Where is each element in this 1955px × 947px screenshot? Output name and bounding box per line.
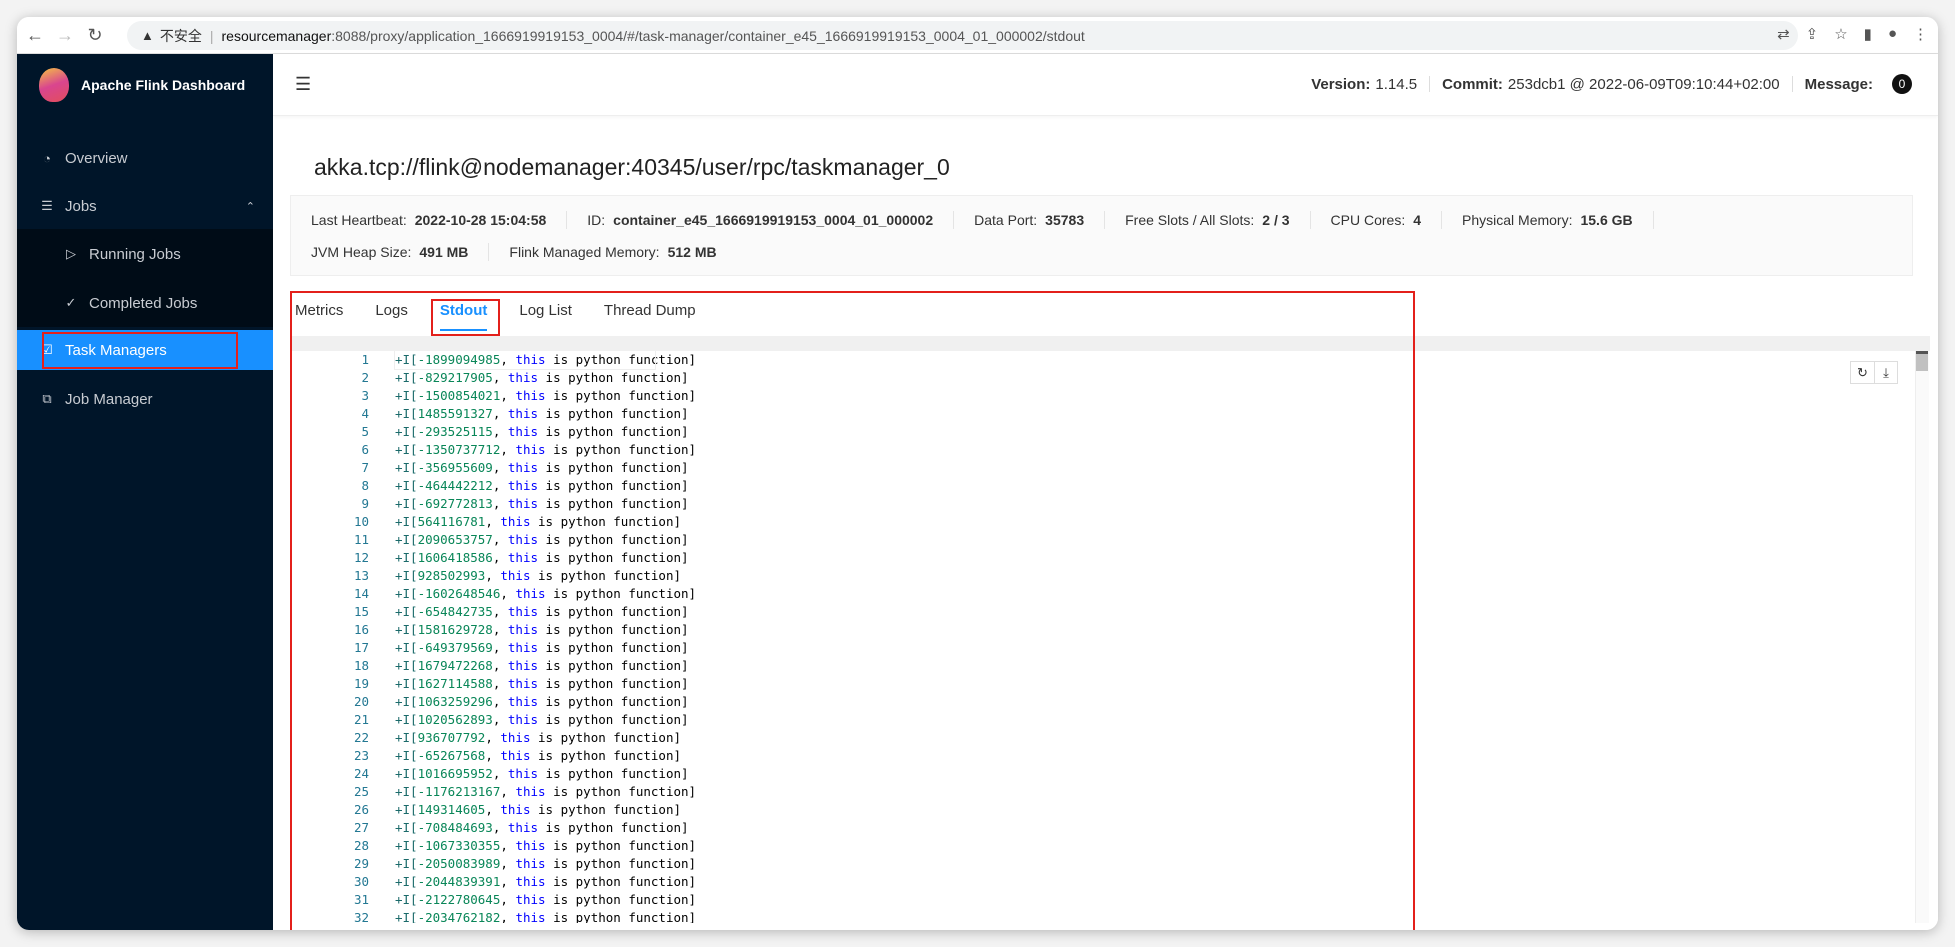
security-label: 不安全 xyxy=(159,27,202,44)
url-host: resourcemanager xyxy=(221,27,332,44)
sidebar-item-label: Completed Jobs xyxy=(89,294,198,312)
sidepanel-icon[interactable]: ▮ xyxy=(1864,25,1872,43)
reload-icon[interactable]: ↻ xyxy=(83,25,107,46)
sidebar-item-completed-jobs[interactable]: ✓ Completed Jobs xyxy=(17,283,273,323)
info-id: ID: container_e45_1666919919153_0004_01_0… xyxy=(587,212,934,228)
flink-logo-icon xyxy=(39,68,69,102)
address-bar[interactable]: ▲ 不安全 | resourcemanager:8088/proxy/appli… xyxy=(127,21,1798,50)
sidebar-item-running-jobs[interactable]: ▷ Running Jobs xyxy=(17,234,273,274)
sidebar: Apache Flink Dashboard ◔ Overview ☰ Jobs ⌃ … xyxy=(17,54,273,930)
commit-value: 253dcb1 @ 2022-06-09T09:10:44+02:00 xyxy=(1507,75,1780,93)
warning-icon: ▲ xyxy=(141,28,154,43)
message-badge[interactable]: 0 xyxy=(1892,74,1912,94)
browser-toolbar: ← → ↻ ▲ 不安全 | resourcemanager:8088/proxy… xyxy=(17,17,1938,54)
header: ☰ Version: 1.14.5 Commit: 253dcb1 @ 2022-0… xyxy=(273,54,1938,116)
info-slots: Free Slots / All Slots: 2 / 3 xyxy=(1125,212,1290,228)
version-value: 1.14.5 xyxy=(1375,75,1418,93)
info-data-port: Data Port: 35783 xyxy=(974,212,1085,228)
editor-scrollbar[interactable] xyxy=(1915,351,1929,923)
page-title: akka.tcp://flink@nodemanager:40345/user/… xyxy=(314,154,950,180)
share-icon[interactable]: ⇪ xyxy=(1806,25,1819,43)
sidebar-item-jobs[interactable]: ☰ Jobs ⌃ xyxy=(17,186,273,226)
main-content: ☰ Version: 1.14.5 Commit: 253dcb1 @ 2022-0… xyxy=(273,54,1938,930)
scrollbar-thumb[interactable] xyxy=(1916,351,1928,371)
profile-icon[interactable]: ● xyxy=(1888,25,1897,43)
divider xyxy=(1429,76,1431,92)
star-icon[interactable]: ☆ xyxy=(1834,25,1847,43)
divider xyxy=(1791,76,1793,92)
divider: | xyxy=(209,27,214,44)
sidebar-item-label: Running Jobs xyxy=(89,245,181,263)
info-physical-memory: Physical Memory: 15.6 GB xyxy=(1462,212,1633,228)
message-label[interactable]: Message: xyxy=(1805,76,1873,93)
play-circle-icon: ▷ xyxy=(66,246,76,261)
info-cpu-cores: CPU Cores: 4 xyxy=(1330,212,1422,228)
sidebar-item-overview[interactable]: ◔ Overview xyxy=(17,138,273,178)
more-icon[interactable]: ⋮ xyxy=(1913,25,1928,43)
info-last-heartbeat: Last Heartbeat: 2022-10-28 15:04:58 xyxy=(311,212,547,228)
back-icon[interactable]: ← xyxy=(23,25,47,46)
menu-fold-icon[interactable]: ☰ xyxy=(295,74,311,95)
commit-label: Commit: xyxy=(1442,75,1503,93)
highlight-box xyxy=(431,299,500,336)
dashboard-icon: ◔ xyxy=(43,150,51,166)
app-logo[interactable]: Apache Flink Dashboard xyxy=(17,54,273,116)
cluster-icon: ⧉ xyxy=(42,391,52,406)
forward-icon[interactable]: → xyxy=(53,25,77,46)
list-icon: ☰ xyxy=(41,198,53,213)
highlight-box xyxy=(290,291,1415,930)
refresh-button[interactable]: ↻ xyxy=(1851,362,1874,383)
version-label: Version: xyxy=(1311,75,1371,93)
sidebar-item-job-manager[interactable]: ⧉ Job Manager xyxy=(17,379,273,419)
sidebar-item-label: Job Manager xyxy=(65,390,153,408)
translate-icon[interactable]: ⇄ xyxy=(1777,25,1790,43)
app-title: Apache Flink Dashboard xyxy=(81,77,246,93)
sidebar-item-label: Overview xyxy=(65,149,128,167)
chevron-up-icon: ⌃ xyxy=(245,200,255,213)
task-manager-info: Last Heartbeat: 2022-10-28 15:04:58 ID: co… xyxy=(290,195,1913,276)
info-managed-memory: Flink Managed Memory: 512 MB xyxy=(509,244,717,260)
check-circle-icon: ✓ xyxy=(65,295,77,310)
url-path: :8088/proxy/application_1666919919153_00… xyxy=(331,27,1085,44)
download-button[interactable]: ⤓ xyxy=(1874,362,1897,383)
sidebar-item-label: Jobs xyxy=(65,197,97,215)
highlight-box xyxy=(42,332,238,369)
browser-window: ← → ↻ ▲ 不安全 | resourcemanager:8088/proxy… xyxy=(17,17,1938,930)
info-jvm-heap: JVM Heap Size: 491 MB xyxy=(311,244,469,260)
